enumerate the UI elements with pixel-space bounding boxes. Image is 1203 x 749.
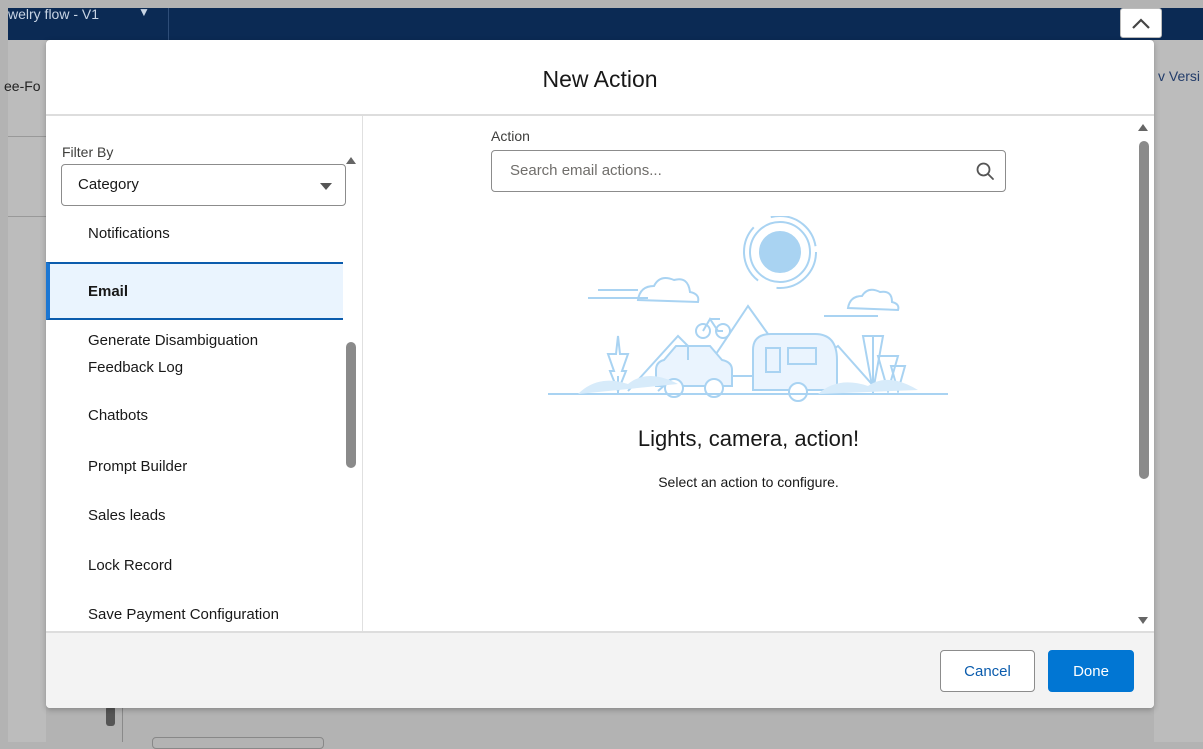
- category-item-label: Lock Record: [88, 557, 173, 574]
- chevron-down-icon[interactable]: ▼: [138, 5, 150, 19]
- background-version-text: v Versi: [1158, 68, 1201, 84]
- filter-by-select[interactable]: Category: [61, 164, 346, 206]
- chevron-down-icon: [320, 183, 332, 190]
- divider: [8, 136, 46, 137]
- search-icon[interactable]: [975, 161, 995, 181]
- category-item-chatbots[interactable]: Chatbots: [46, 402, 343, 429]
- collapse-button[interactable]: [1120, 8, 1162, 38]
- filter-panel: Filter By Category Notifications Email G…: [46, 116, 362, 631]
- category-item-label: Sales leads: [88, 507, 166, 524]
- category-item-label: Notifications: [88, 225, 170, 242]
- background-right-area: v Versi: [1154, 40, 1203, 742]
- new-action-modal: New Action Filter By Category Notificati…: [46, 40, 1154, 708]
- category-item-generate-disambiguation-feedback-log[interactable]: Generate Disambiguation Feedback Log: [46, 327, 326, 381]
- scroll-down-arrow-icon[interactable]: [1138, 617, 1148, 624]
- category-list: Notifications Email Generate Disambiguat…: [46, 216, 343, 631]
- category-item-save-payment-configuration[interactable]: Save Payment Configuration: [46, 601, 343, 628]
- chevron-up-icon: [1132, 18, 1150, 29]
- filter-selected-value: Category: [78, 176, 139, 193]
- category-item-label: Save Payment Configuration: [88, 606, 279, 623]
- category-item-prompt-builder[interactable]: Prompt Builder: [46, 453, 343, 480]
- filter-by-label: Filter By: [62, 144, 114, 160]
- category-item-lock-record[interactable]: Lock Record: [46, 552, 343, 579]
- camping-illustration-icon: [548, 216, 948, 402]
- empty-state-subtitle: Select an action to configure.: [658, 474, 839, 490]
- action-search-input[interactable]: [508, 161, 952, 180]
- scroll-up-arrow-icon[interactable]: [1138, 124, 1148, 131]
- flow-name-label[interactable]: welry flow - V1: [8, 6, 99, 22]
- background-button-group: [152, 737, 324, 749]
- empty-state-title: Lights, camera, action!: [637, 426, 860, 451]
- drag-handle: [106, 706, 115, 726]
- action-search-box: [491, 150, 1006, 192]
- modal-header: New Action: [46, 40, 1154, 116]
- category-item-email[interactable]: Email: [46, 262, 343, 320]
- category-item-label: Chatbots: [88, 407, 149, 424]
- divider: [8, 216, 46, 217]
- app-header-bar: welry flow - V1 ▼: [8, 5, 1203, 40]
- divider: [122, 706, 123, 742]
- scroll-up-arrow-icon[interactable]: [346, 157, 356, 164]
- modal-footer: Cancel Done: [46, 631, 1154, 708]
- category-item-sales-leads[interactable]: Sales leads: [46, 502, 343, 529]
- modal-title: New Action: [542, 66, 658, 92]
- action-panel-scrollbar[interactable]: [1139, 141, 1149, 479]
- action-label: Action: [491, 128, 530, 144]
- background-tab-text: ee-Fo: [4, 78, 41, 94]
- cancel-button[interactable]: Cancel: [940, 650, 1035, 692]
- done-button[interactable]: Done: [1048, 650, 1134, 692]
- category-item-label: Email: [88, 283, 129, 300]
- action-panel: Action Search email actions... Lights, c…: [363, 116, 1154, 631]
- header-divider: [168, 8, 169, 40]
- category-item-label: Prompt Builder: [88, 458, 188, 475]
- category-list-scrollbar[interactable]: [346, 342, 356, 468]
- category-item-notifications[interactable]: Notifications: [46, 220, 343, 247]
- background-left-area: ee-Fo: [4, 40, 46, 742]
- category-item-label: Generate Disambiguation Feedback Log: [88, 332, 259, 376]
